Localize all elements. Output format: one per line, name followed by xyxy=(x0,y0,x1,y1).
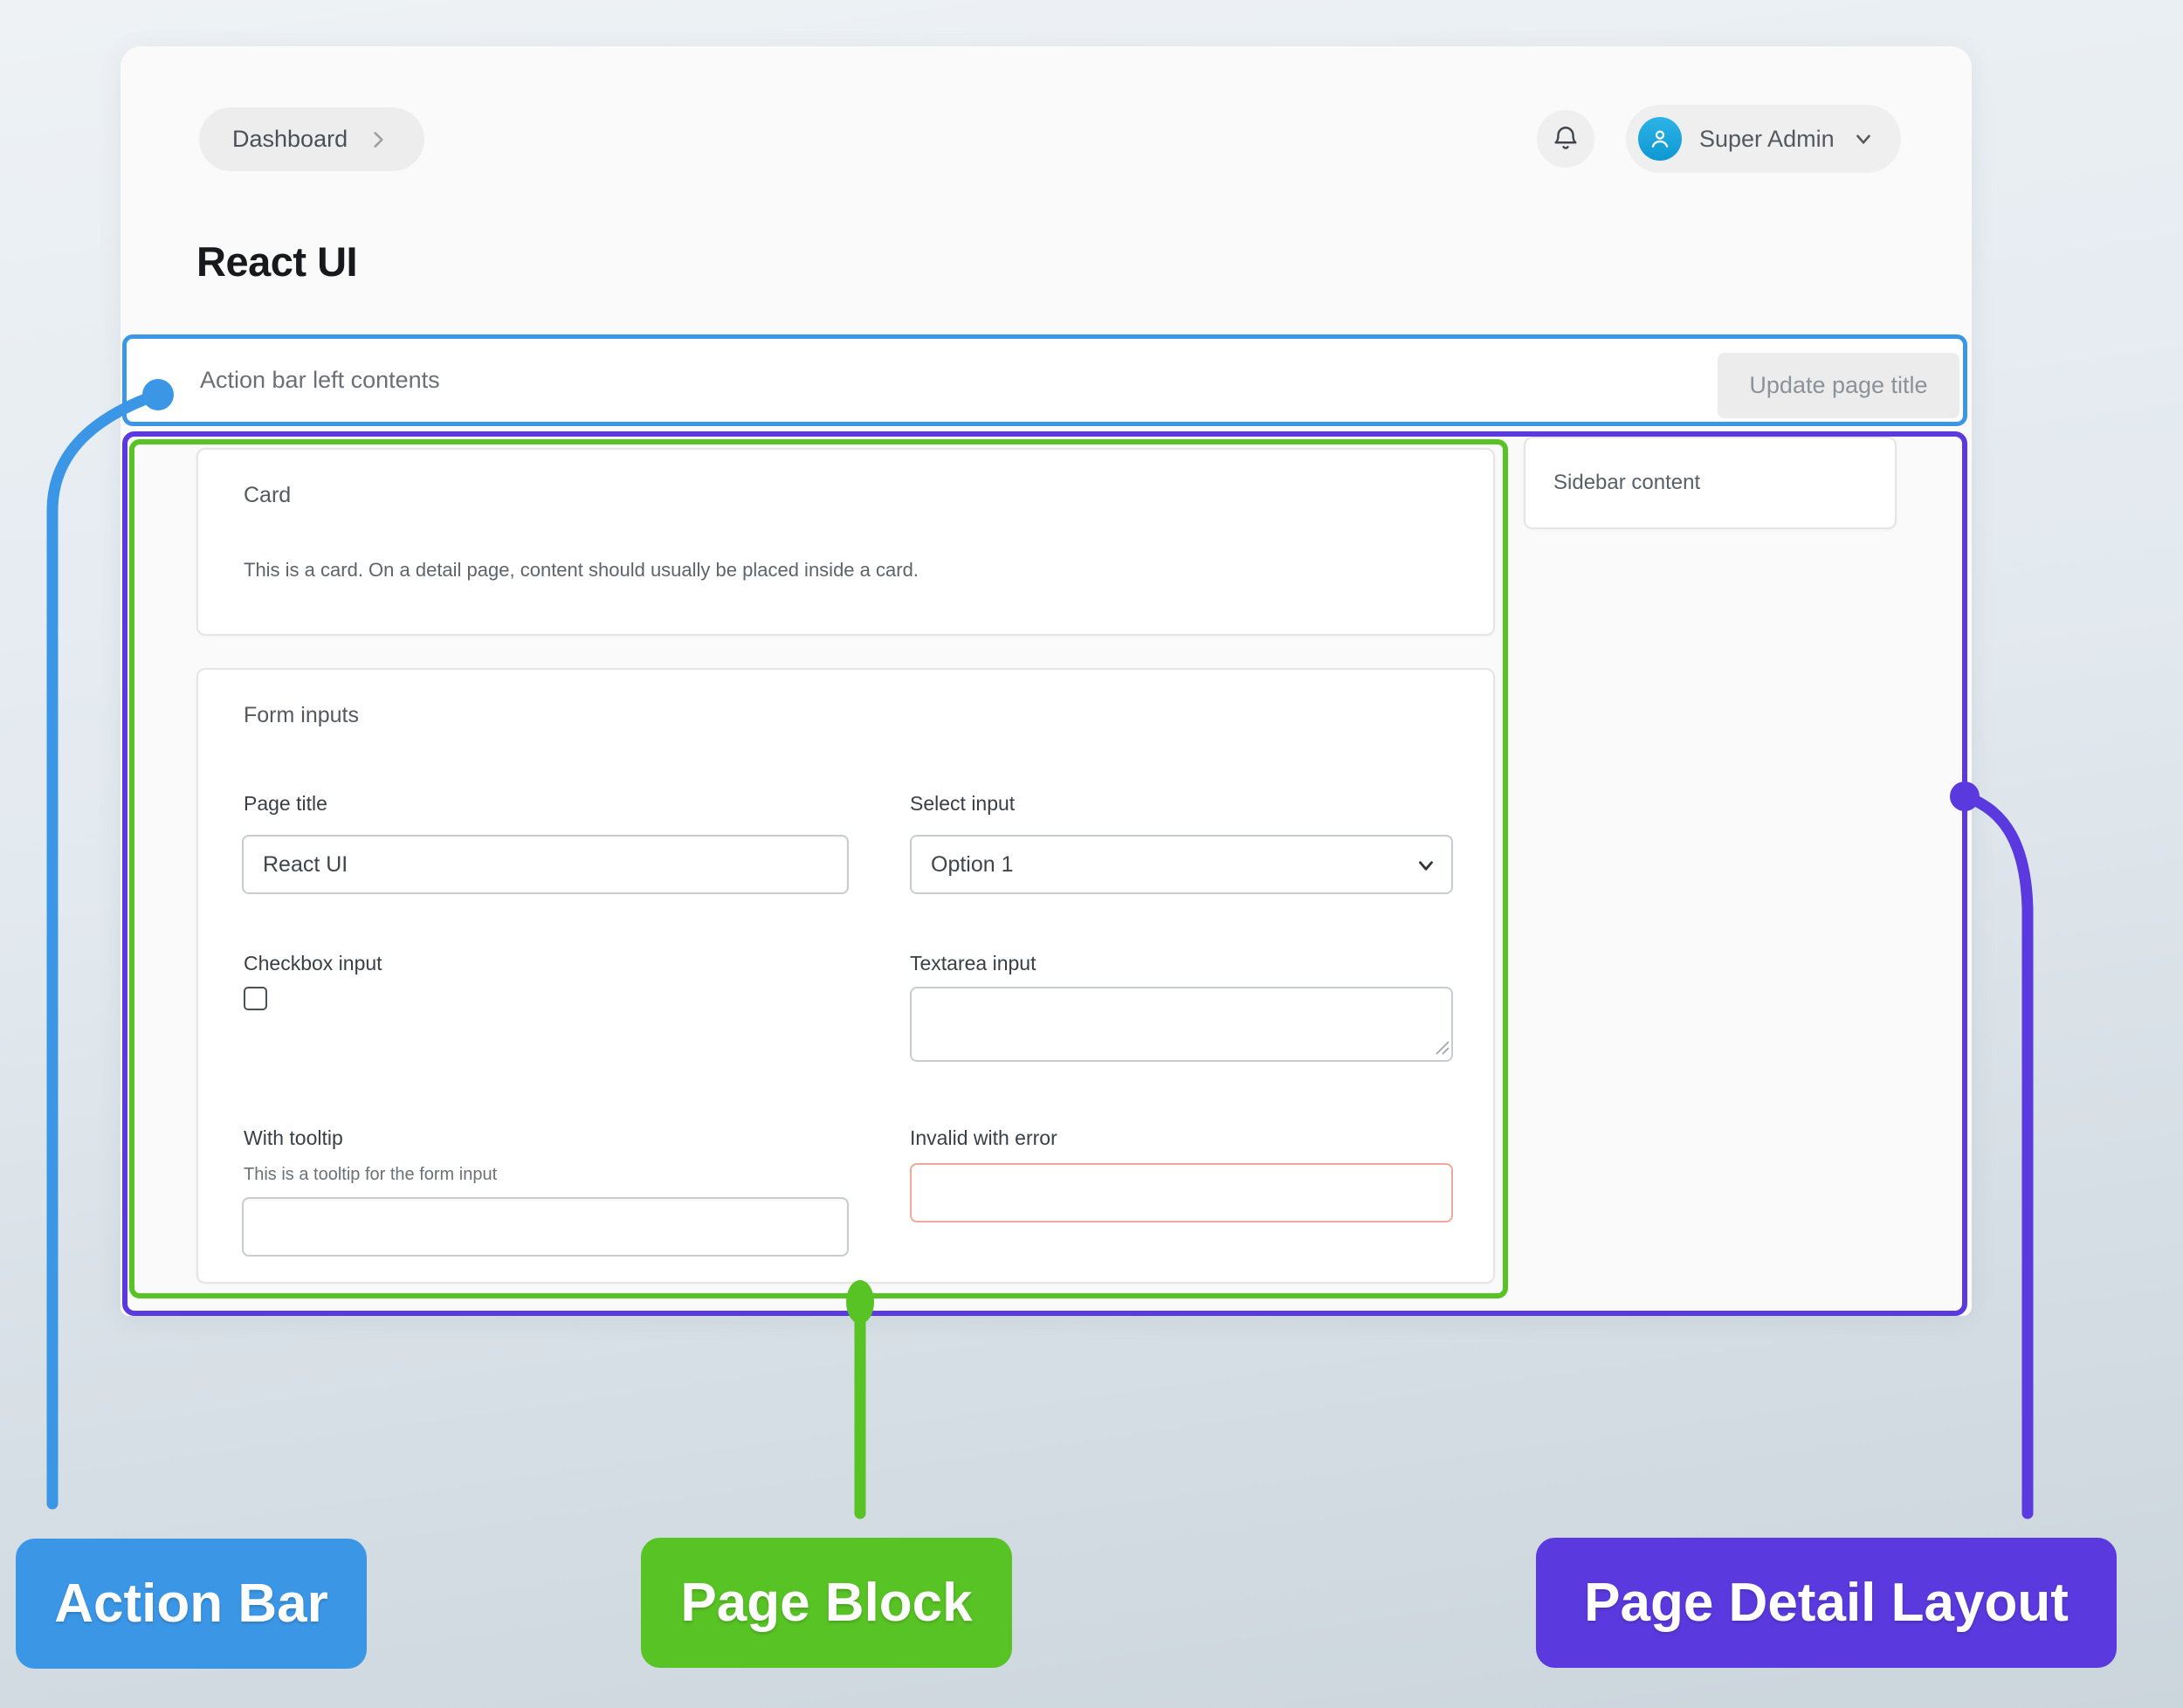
page-title-field-label: Page title xyxy=(244,792,327,816)
avatar xyxy=(1638,117,1682,161)
sidebar-content-text: Sidebar content xyxy=(1553,471,1700,495)
card-title: Card xyxy=(244,483,291,508)
notifications-button[interactable] xyxy=(1537,110,1594,168)
chevron-down-icon xyxy=(1852,127,1875,150)
update-page-title-button[interactable]: Update page title xyxy=(1718,353,1959,418)
page-title: React UI xyxy=(196,238,357,286)
app-window: Dashboard Super Admin React UI Action ba… xyxy=(121,46,1972,1316)
textarea-input[interactable] xyxy=(910,987,1453,1062)
page-title-input[interactable] xyxy=(242,835,849,894)
form-inputs-title: Form inputs xyxy=(244,703,359,728)
action-bar-annotation-label: Action Bar xyxy=(16,1539,367,1669)
page-block-annotation-label: Page Block xyxy=(641,1538,1012,1668)
with-tooltip-field-label: With tooltip xyxy=(244,1126,343,1150)
checkbox-input[interactable] xyxy=(244,987,267,1010)
chevron-right-icon xyxy=(367,128,389,151)
invalid-error-input[interactable] xyxy=(910,1163,1453,1222)
page-detail-layout-annotation-label: Page Detail Layout xyxy=(1536,1538,2117,1668)
select-input[interactable]: Option 1 xyxy=(910,835,1453,894)
invalid-field-label: Invalid with error xyxy=(910,1126,1057,1150)
select-field-label: Select input xyxy=(910,792,1015,816)
bell-icon xyxy=(1551,124,1580,154)
sidebar-card: Sidebar content xyxy=(1524,437,1897,529)
page-detail-layout-connector-line xyxy=(1965,796,2028,1513)
user-menu[interactable]: Super Admin xyxy=(1626,105,1901,173)
with-tooltip-input[interactable] xyxy=(242,1197,849,1257)
textarea-field-label: Textarea input xyxy=(910,952,1036,975)
card: Card This is a card. On a detail page, c… xyxy=(196,448,1495,636)
checkbox-field-label: Checkbox input xyxy=(244,952,382,975)
breadcrumb[interactable]: Dashboard xyxy=(199,107,424,171)
action-bar-left-text: Action bar left contents xyxy=(200,367,440,394)
card-body-text: This is a card. On a detail page, conten… xyxy=(244,559,919,582)
action-bar: Action bar left contents Update page tit… xyxy=(122,334,1967,426)
form-inputs-card: Form inputs Page title Select input Opti… xyxy=(196,668,1495,1284)
user-name: Super Admin xyxy=(1699,126,1835,153)
breadcrumb-item-dashboard[interactable]: Dashboard xyxy=(232,126,348,153)
tooltip-text: This is a tooltip for the form input xyxy=(244,1165,497,1185)
